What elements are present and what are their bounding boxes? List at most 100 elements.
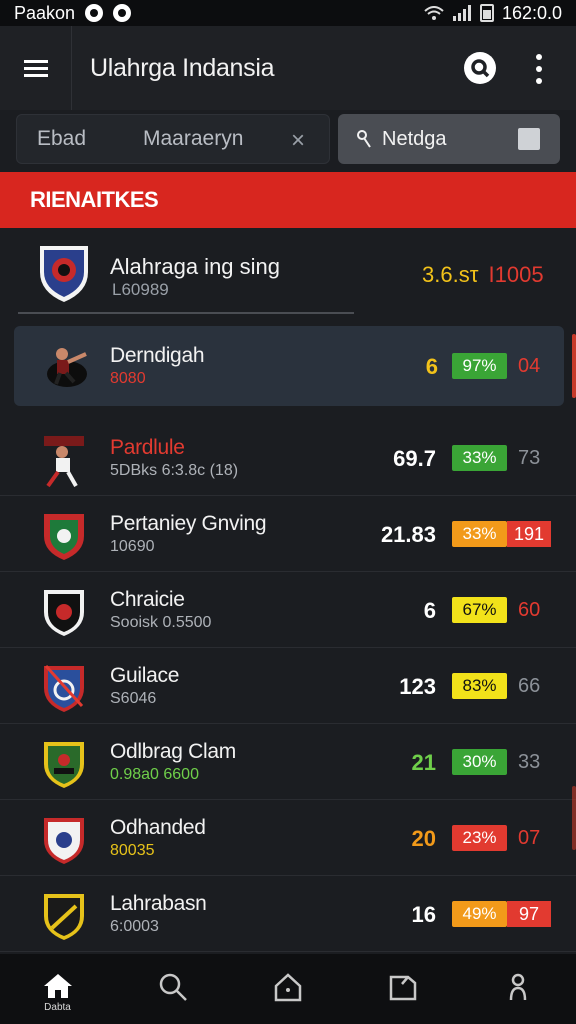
bottom-navigation: Dabta [0,954,576,1024]
status-time: 162:0.0 [501,2,562,23]
featured-sub: L60989 [112,280,169,299]
nav-home-label: Dabta [44,1002,71,1013]
battery-icon [479,4,494,22]
home-icon [43,974,72,998]
team-crest-icon [44,514,84,560]
team-score: 6 [425,354,438,379]
team-sub: Sooisk 0.5500 [110,614,212,631]
percent-badge: 23% [452,825,507,851]
team-crest-icon [44,894,84,940]
nav-profile[interactable] [460,954,575,1024]
search-icon [471,59,490,78]
page-title: Ulahrga Indansia [90,53,275,82]
search-segment[interactable]: Ebad Maaraeryn × [16,114,330,164]
featured-odds-b: I1005 [488,262,544,287]
team-sub: 10690 [110,538,155,555]
featured-name: Alahraga ing sing [110,254,281,279]
team-crest-icon [44,818,84,864]
team-name: Derndigah [110,344,205,367]
status-app-name: Paakon [14,2,76,23]
featured-odds: 3.6.sτ I1005 [422,262,544,288]
filter-tab-b[interactable]: Maaraeryn [127,127,243,151]
team-name: Pardlule [110,436,185,459]
list-item[interactable]: Odhanded 80035 20 23% 07 [0,800,576,876]
team-tail-value: 04 [518,355,541,377]
filter-tab-a[interactable]: Ebad [17,127,127,151]
filter-select[interactable]: Netdga [338,114,560,164]
list-item[interactable]: Chraicie Sooisk 0.5500 6 67% 60 [0,572,576,648]
filter-bar: Ebad Maaraeryn × Netdga [0,110,576,170]
team-sub: 6:0003 [110,918,159,935]
team-score: 21.83 [380,522,436,547]
team-name: Odlbrag Clam [110,740,236,763]
document-icon [518,128,540,150]
team-crest-icon [44,590,84,636]
team-name: Pertaniey Gnving [110,512,267,535]
nav-search[interactable] [115,954,230,1024]
nav-documents[interactable] [345,954,460,1024]
percent-badge: 97% [452,353,507,379]
player-avatar-icon [47,348,87,387]
notification-icon [85,4,104,22]
search-button[interactable] [464,52,496,84]
team-name: Lahrabasn [110,892,207,915]
nav-home[interactable]: Dabta [0,954,115,1024]
featured-divider [18,312,354,314]
featured-match[interactable]: Alahraga ing sing L60989 3.6.sτ I1005 [0,228,576,326]
key-icon [357,130,371,148]
team-tail-value: 66 [518,675,541,697]
team-sub: 0.98a0 6600 [110,766,199,783]
list-item[interactable]: Pertaniey Gnving 10690 21.83 33% 191 [0,496,576,572]
section-header: RIENAITKES [0,172,576,228]
team-name: Guilace [110,664,180,687]
list-item[interactable]: Guilace S6046 123 83% 66 [0,648,576,724]
team-list: Derndigah 8080 6 97% 04 Pardlule 5DBks 6… [0,326,576,952]
team-tail-value: 33 [518,751,541,773]
team-name: Odhanded [110,816,206,839]
team-score: 21 [411,750,436,775]
team-tail-value: 97 [507,901,551,927]
wifi-icon [424,6,444,20]
team-tail-value: 07 [518,827,541,849]
percent-badge: 83% [452,673,507,699]
percent-badge: 49% [452,901,507,927]
team-crest-icon [40,246,88,302]
percent-badge: 30% [452,749,507,775]
percent-badge: 33% [452,521,507,547]
hamburger-icon [23,56,48,81]
featured-odds-a: 3.6.sτ [422,262,479,287]
list-item[interactable]: Odlbrag Clam 0.98a0 6600 21 30% 33 [0,724,576,800]
team-sub: 80035 [110,842,155,859]
close-icon[interactable]: × [291,127,305,155]
team-score: 123 [399,674,436,699]
team-score: 20 [411,826,436,851]
folder-icon [389,975,416,1001]
list-item[interactable]: Derndigah 8080 6 97% 04 [14,326,564,406]
list-item[interactable]: Pardlule 5DBks 6:3.8c (18) 69.7 33% 73 [0,420,576,496]
player-avatar-icon [44,436,84,488]
team-sub: S6046 [110,690,157,707]
team-name: Chraicie [110,588,185,611]
team-score: 69.7 [393,446,436,471]
list-item[interactable]: Lahrabasn 6:0003 16 49% 97 [0,876,576,952]
scrollbar-thumb[interactable] [572,334,576,398]
menu-button[interactable] [0,26,72,110]
signal-icon [452,5,471,21]
team-sub: 5DBks 6:3.8c (18) [110,462,239,479]
team-crest-icon [44,664,84,712]
search-icon [159,973,187,1001]
team-sub: 8080 [110,370,146,387]
more-options-icon[interactable] [530,54,548,84]
team-tail-value: 191 [507,521,551,547]
percent-badge: 33% [452,445,507,471]
team-tail-value: 73 [518,447,541,469]
scrollbar-thumb-2[interactable] [572,786,576,850]
team-tail-value: 60 [518,599,541,621]
team-score: 6 [423,598,436,623]
status-bar: Paakon 162:0.0 [0,0,576,26]
nav-stadium[interactable] [230,954,345,1024]
profile-icon [509,973,526,1001]
house-icon [274,973,301,1002]
filter-select-label: Netdga [382,127,447,150]
percent-badge: 67% [452,597,507,623]
